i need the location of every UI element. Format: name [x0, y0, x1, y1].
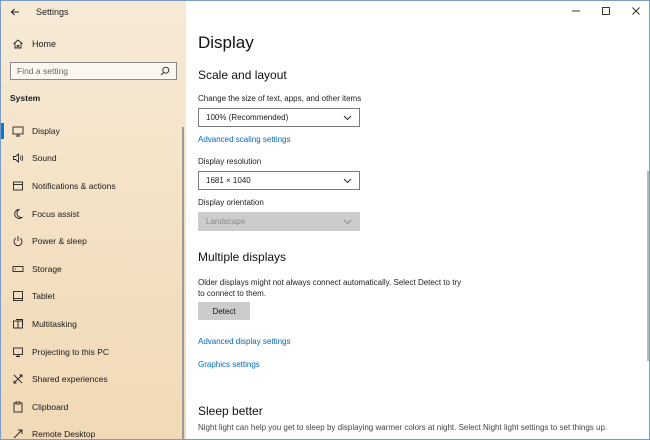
sidebar: Settings Home Find a setting System Disp… [1, 1, 186, 440]
resolution-dropdown-value: 1681 × 1040 [206, 176, 251, 185]
monitor-icon [12, 125, 24, 137]
app-title: Settings [36, 7, 69, 17]
back-button[interactable] [4, 1, 26, 23]
speaker-icon [12, 152, 24, 164]
sidebar-item-projecting[interactable]: Projecting to this PC [1, 338, 186, 366]
detect-button[interactable]: Detect [198, 302, 250, 320]
advanced-display-settings-link[interactable]: Advanced display settings [198, 337, 291, 346]
sidebar-item-label: Multitasking [32, 318, 77, 329]
maximize-button[interactable] [591, 1, 621, 21]
sidebar-item-label: Sound [32, 153, 57, 164]
search-placeholder: Find a setting [17, 66, 69, 76]
minimize-icon [572, 10, 580, 12]
window-controls [561, 1, 649, 23]
tablet-icon [12, 290, 24, 302]
graphics-settings-link[interactable]: Graphics settings [198, 360, 260, 369]
power-icon [12, 235, 24, 247]
maximize-icon [602, 7, 610, 15]
home-icon [13, 39, 23, 49]
advanced-scaling-link[interactable]: Advanced scaling settings [198, 135, 291, 144]
orientation-dropdown: Landscape [198, 212, 360, 231]
section-label-system: System [10, 93, 41, 103]
page-title: Display [198, 33, 254, 52]
home-nav-item[interactable]: Home [1, 34, 186, 54]
sidebar-item-multitasking[interactable]: Multitasking [1, 310, 186, 338]
scale-dropdown-value: 100% (Recommended) [206, 113, 289, 122]
sidebar-item-power-sleep[interactable]: Power & sleep [1, 227, 186, 255]
moon-icon [12, 208, 24, 220]
clipboard-icon [12, 401, 24, 413]
sidebar-item-label: Focus assist [32, 208, 80, 219]
projecting-icon [12, 346, 24, 358]
sidebar-item-shared-experiences[interactable]: Shared experiences [1, 365, 186, 393]
orientation-label: Display orientation [198, 198, 264, 207]
storage-icon [12, 263, 24, 275]
scale-dropdown[interactable]: 100% (Recommended) [198, 108, 360, 127]
close-icon [632, 7, 640, 15]
minimize-button[interactable] [561, 1, 591, 21]
sidebar-item-clipboard[interactable]: Clipboard [1, 393, 186, 421]
sidebar-item-label: Clipboard [32, 401, 69, 412]
multiple-displays-description: Older displays might not always connect … [198, 278, 462, 298]
main-content: Display Scale and layout Change the size… [186, 1, 649, 439]
sidebar-item-storage[interactable]: Storage [1, 255, 186, 283]
settings-window: Settings Home Find a setting System Disp… [0, 0, 650, 440]
sidebar-scrollbar[interactable] [182, 127, 184, 439]
sidebar-item-label: Projecting to this PC [32, 346, 110, 357]
sidebar-item-label: Tablet [32, 291, 55, 302]
shared-icon [12, 373, 24, 385]
sidebar-item-display[interactable]: Display [1, 117, 186, 145]
chevron-down-icon [343, 219, 352, 224]
sleep-better-heading: Sleep better [198, 404, 263, 418]
sidebar-item-label: Shared experiences [32, 374, 108, 385]
sidebar-item-label: Storage [32, 263, 62, 274]
sidebar-item-label: Power & sleep [32, 236, 87, 247]
sidebar-item-label: Remote Desktop [32, 429, 96, 440]
multitasking-icon [12, 318, 24, 330]
sidebar-item-label: Display [32, 125, 60, 136]
sidebar-item-sound[interactable]: Sound [1, 145, 186, 173]
chevron-down-icon [343, 178, 352, 183]
size-label: Change the size of text, apps, and other… [198, 94, 362, 103]
notification-icon [12, 180, 24, 192]
home-label: Home [32, 39, 57, 49]
multiple-displays-heading: Multiple displays [198, 250, 287, 264]
orientation-dropdown-value: Landscape [206, 217, 246, 226]
sidebar-item-label: Notifications & actions [32, 180, 116, 191]
sleep-better-description: Night light can help you get to sleep by… [198, 423, 608, 432]
titlebar: Settings [1, 1, 186, 23]
search-input[interactable]: Find a setting [10, 62, 177, 80]
scale-layout-heading: Scale and layout [198, 68, 287, 82]
main-scrollbar[interactable] [647, 171, 649, 361]
chevron-down-icon [343, 115, 352, 120]
sidebar-item-focus-assist[interactable]: Focus assist [1, 200, 186, 228]
back-arrow-icon [10, 8, 19, 16]
resolution-label: Display resolution [198, 157, 262, 166]
remote-icon [12, 428, 24, 439]
sidebar-nav: Display Sound Notifications & actions Fo… [1, 117, 186, 440]
sidebar-item-remote-desktop[interactable]: Remote Desktop [1, 421, 186, 440]
sidebar-item-tablet[interactable]: Tablet [1, 283, 186, 311]
search-icon[interactable] [160, 66, 170, 76]
resolution-dropdown[interactable]: 1681 × 1040 [198, 171, 360, 190]
sidebar-item-notifications[interactable]: Notifications & actions [1, 172, 186, 200]
close-button[interactable] [621, 1, 649, 21]
